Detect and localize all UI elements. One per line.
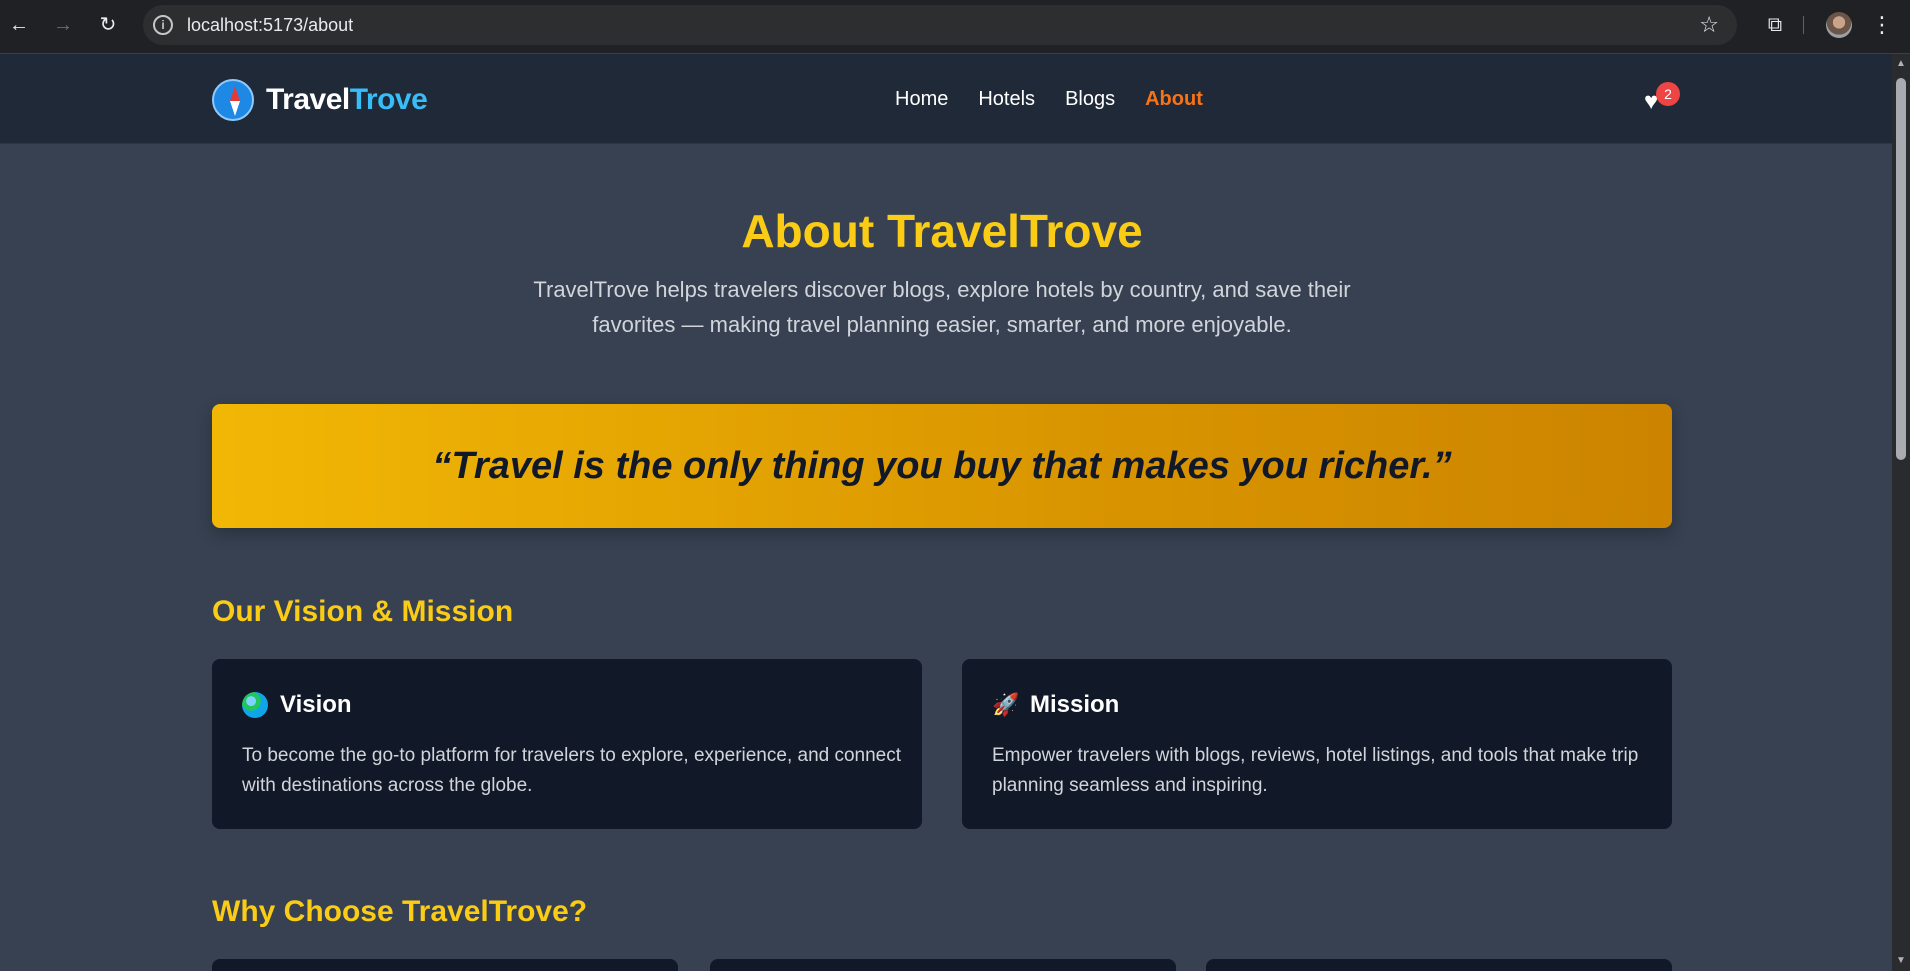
mission-title-text: Mission <box>1030 691 1120 718</box>
vision-title-text: Vision <box>280 691 352 718</box>
browser-menu-icon[interactable]: ⋮ <box>1870 10 1894 40</box>
vision-mission-heading: Our Vision & Mission <box>212 595 514 628</box>
scroll-down-icon[interactable]: ▼ <box>1892 953 1910 969</box>
compass-icon <box>212 79 254 121</box>
logo-text-travel: Travel <box>266 83 350 116</box>
scroll-up-icon[interactable]: ▲ <box>1892 56 1910 72</box>
browser-toolbar: ← → ↻ i localhost:5173/about ☆ ⧉ ⋮ <box>0 0 1910 54</box>
favorites-button[interactable]: ♥ 2 <box>1640 82 1680 116</box>
feature-card <box>1206 959 1672 971</box>
globe-icon <box>242 692 268 718</box>
page-title: About TravelTrove <box>741 205 1143 257</box>
why-choose-heading: Why Choose TravelTrove? <box>212 895 588 928</box>
page-viewport: TravelTrove Home Hotels Blogs About ♥ 2 … <box>0 54 1892 971</box>
toolbar-divider <box>1803 16 1804 34</box>
main-nav: Home Hotels Blogs About <box>895 84 1203 114</box>
extensions-icon[interactable]: ⧉ <box>1760 10 1790 40</box>
quote-banner: “Travel is the only thing you buy that m… <box>212 404 1672 528</box>
logo-text-trove: Trove <box>349 83 428 116</box>
profile-avatar[interactable] <box>1826 12 1852 38</box>
page-subtitle: TravelTrove helps travelers discover blo… <box>533 277 1351 337</box>
vision-card-title: Vision <box>242 691 352 719</box>
nav-home[interactable]: Home <box>895 84 948 114</box>
vision-text: To become the go-to platform for travele… <box>242 745 902 796</box>
site-logo[interactable]: TravelTrove <box>212 78 428 122</box>
feature-card <box>710 959 1176 971</box>
reload-icon[interactable]: ↻ <box>93 10 123 40</box>
quote-text: “Travel is the only thing you buy that m… <box>432 445 1452 487</box>
forward-icon[interactable]: → <box>48 10 78 40</box>
mission-card: 🚀 Mission Empower travelers with blogs, … <box>962 659 1672 829</box>
nav-about[interactable]: About <box>1145 84 1203 114</box>
address-bar[interactable]: i localhost:5173/about ☆ <box>143 5 1737 45</box>
rocket-icon: 🚀 <box>992 692 1020 717</box>
nav-hotels[interactable]: Hotels <box>978 84 1035 114</box>
scrollbar-thumb[interactable] <box>1896 78 1906 460</box>
address-url[interactable]: localhost:5173/about <box>187 5 353 45</box>
feature-card <box>212 959 678 971</box>
logo-text: TravelTrove <box>266 83 428 117</box>
vision-card: Vision To become the go-to platform for … <box>212 659 922 829</box>
bookmark-star-icon[interactable]: ☆ <box>1699 5 1719 45</box>
favorites-count-badge: 2 <box>1656 82 1680 106</box>
nav-blogs[interactable]: Blogs <box>1065 84 1115 114</box>
page-scrollbar[interactable]: ▲ ▼ <box>1892 54 1910 971</box>
mission-card-title: 🚀 Mission <box>992 691 1119 719</box>
back-icon[interactable]: ← <box>4 10 34 40</box>
mission-text: Empower travelers with blogs, reviews, h… <box>992 745 1639 796</box>
site-header: TravelTrove Home Hotels Blogs About ♥ 2 <box>0 54 1892 144</box>
site-info-icon[interactable]: i <box>153 15 173 35</box>
